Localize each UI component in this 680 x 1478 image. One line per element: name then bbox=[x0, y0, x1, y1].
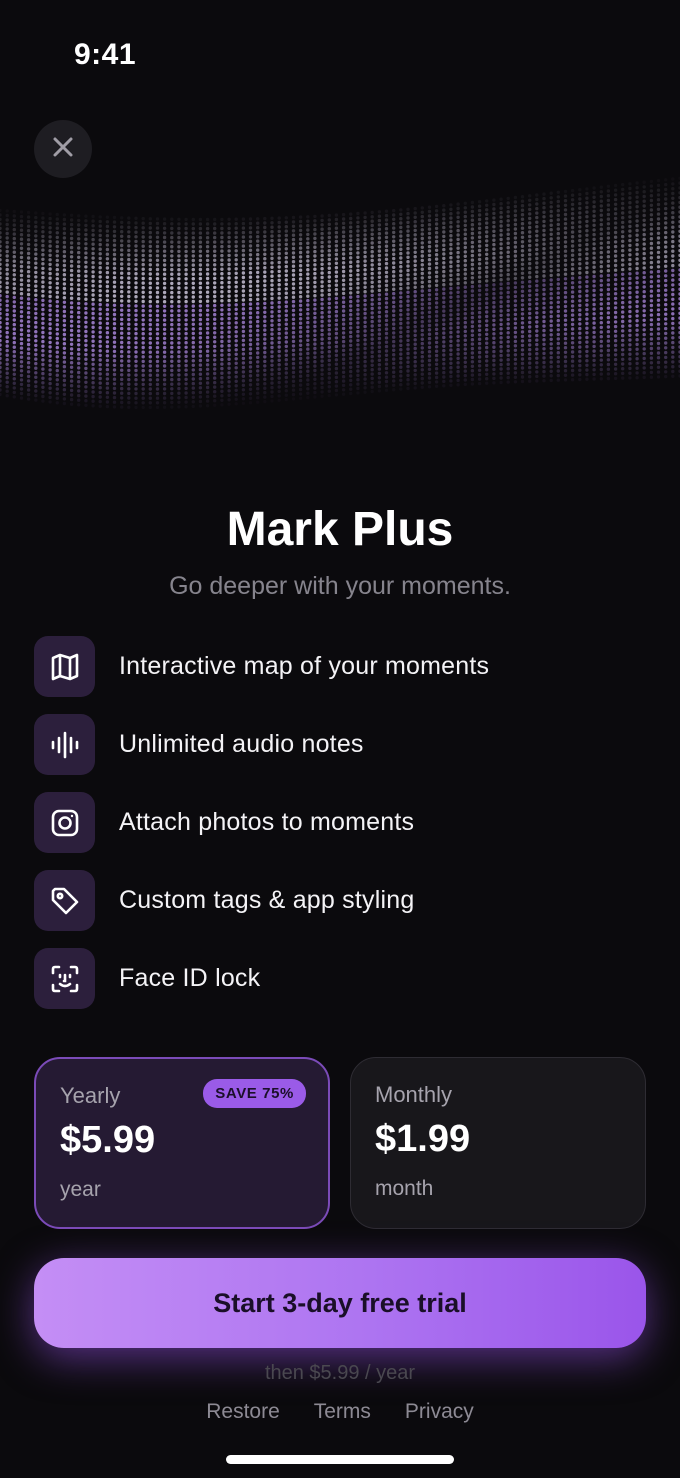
save-badge: SAVE 75% bbox=[203, 1079, 306, 1108]
face-id-icon bbox=[34, 948, 95, 1009]
close-button[interactable] bbox=[34, 120, 92, 178]
plan-price: $1.99 bbox=[375, 1118, 471, 1160]
home-indicator bbox=[226, 1455, 454, 1464]
feature-label: Face ID lock bbox=[119, 964, 261, 992]
privacy-link[interactable]: Privacy bbox=[405, 1400, 474, 1424]
footer-links: Restore Terms Privacy bbox=[0, 1400, 680, 1424]
plan-card-monthly[interactable]: Monthly $1.99 month bbox=[350, 1057, 646, 1229]
feature-label: Interactive map of your moments bbox=[119, 652, 490, 680]
feature-item-audio: Unlimited audio notes bbox=[34, 714, 646, 775]
plan-period: month bbox=[375, 1177, 434, 1200]
start-trial-button[interactable]: Start 3-day free trial bbox=[34, 1258, 646, 1348]
restore-link[interactable]: Restore bbox=[206, 1400, 280, 1424]
feature-item-map: Interactive map of your moments bbox=[34, 636, 646, 697]
feature-list: Interactive map of your moments Unlimite… bbox=[34, 636, 646, 1026]
close-icon bbox=[52, 136, 74, 163]
plan-price: $5.99 bbox=[60, 1119, 156, 1161]
camera-icon bbox=[34, 792, 95, 853]
page-title: Mark Plus bbox=[226, 503, 454, 556]
feature-label: Attach photos to moments bbox=[119, 808, 415, 836]
feature-label: Custom tags & app styling bbox=[119, 886, 415, 914]
trial-terms-note: then $5.99 / year bbox=[264, 1362, 416, 1384]
audio-waveform-icon bbox=[34, 714, 95, 775]
feature-label: Unlimited audio notes bbox=[119, 730, 364, 758]
plan-period: year bbox=[60, 1178, 101, 1201]
hero-dot-wave bbox=[0, 181, 680, 410]
plan-card-yearly[interactable]: Yearly SAVE 75% $5.99 year bbox=[34, 1057, 330, 1229]
plan-name: Monthly bbox=[375, 1082, 453, 1107]
feature-item-tags: Custom tags & app styling bbox=[34, 870, 646, 931]
tag-icon bbox=[34, 870, 95, 931]
feature-item-faceid: Face ID lock bbox=[34, 948, 646, 1009]
status-time: 9:41 bbox=[74, 38, 137, 71]
feature-item-photos: Attach photos to moments bbox=[34, 792, 646, 853]
map-icon bbox=[34, 636, 95, 697]
page-subtitle: Go deeper with your moments. bbox=[169, 572, 511, 600]
terms-link[interactable]: Terms bbox=[314, 1400, 371, 1424]
